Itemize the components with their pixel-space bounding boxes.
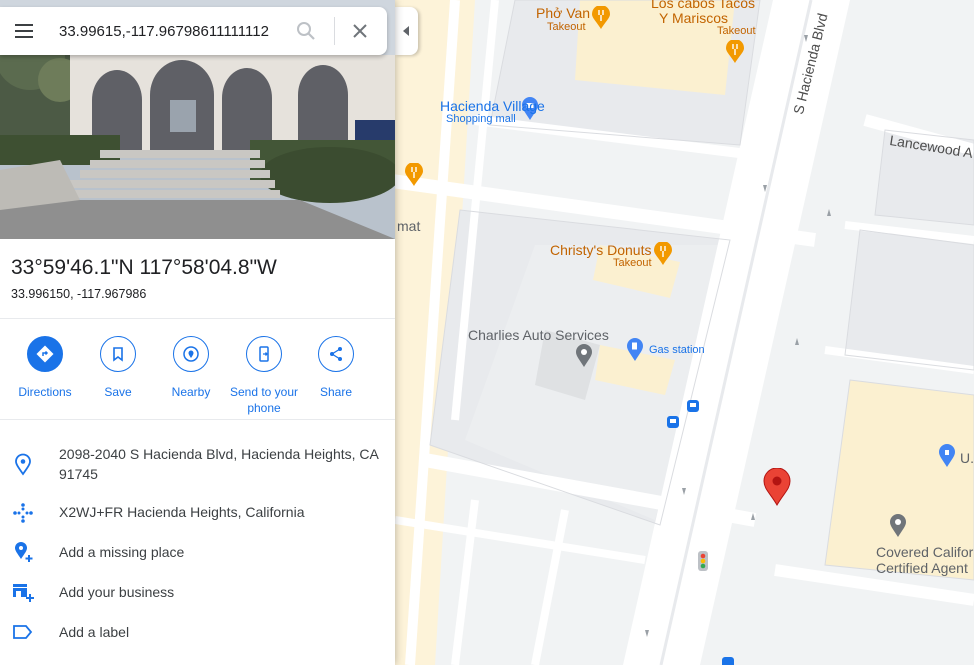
decimal-coordinates: 33.996150, -117.967986	[11, 287, 147, 301]
restaurant-pin-icon[interactable]	[653, 242, 673, 266]
place-pin-icon[interactable]	[938, 444, 956, 468]
add-business-icon	[13, 584, 34, 602]
bus-stop-icon[interactable]	[666, 415, 680, 429]
address-row[interactable]: 2098-2040 S Hacienda Blvd, Hacienda Heig…	[0, 444, 395, 488]
add-business-text: Add your business	[59, 584, 175, 600]
search-icon[interactable]	[294, 19, 318, 43]
traffic-light-icon	[698, 551, 708, 571]
bus-stop-icon[interactable]	[721, 656, 735, 665]
place-pin-icon[interactable]	[575, 344, 593, 368]
map-label-covered-california-1[interactable]: Covered Califor	[876, 544, 973, 560]
side-panel: 33°59'46.1"N 117°58'04.8"W 33.996150, -1…	[0, 0, 395, 665]
map-sublabel-los-cabos: Takeout	[717, 25, 756, 37]
divider	[0, 419, 395, 420]
add-business-row[interactable]: Add your business	[0, 582, 395, 604]
map-label-mat[interactable]: mat	[397, 218, 420, 234]
add-missing-place-text: Add a missing place	[59, 544, 185, 560]
map-sublabel-christys-donuts: Takeout	[613, 257, 652, 269]
map-label-charlies-auto[interactable]: Charlies Auto Services	[468, 327, 609, 343]
page-title: 33°59'46.1"N 117°58'04.8"W	[11, 256, 277, 279]
bus-stop-icon[interactable]	[686, 399, 700, 413]
map-label-gas-station[interactable]: Gas station	[649, 344, 705, 357]
place-pin-icon[interactable]	[889, 514, 907, 538]
share-button[interactable]: Share	[300, 336, 372, 400]
restaurant-pin-icon[interactable]	[591, 6, 611, 30]
plus-code-row[interactable]: X2WJ+FR Hacienda Heights, California	[0, 502, 395, 524]
map-label-hacienda-village[interactable]: Hacienda Village	[440, 98, 545, 114]
gas-station-pin-icon[interactable]	[626, 338, 644, 362]
share-icon	[330, 347, 342, 361]
collapse-panel-button[interactable]	[395, 7, 418, 55]
save-label: Save	[104, 385, 132, 399]
nearby-button[interactable]: Nearby	[155, 336, 227, 400]
restaurant-pin-icon[interactable]	[404, 163, 424, 187]
label-icon	[13, 625, 33, 639]
plus-code-text: X2WJ+FR Hacienda Heights, California	[59, 504, 305, 520]
map-canvas[interactable]: Phở Van Takeout Los cabos Tacos Y Marisc…	[395, 0, 974, 665]
bookmark-icon	[113, 347, 123, 362]
directions-label: Directions	[18, 385, 72, 399]
selected-location-pin-icon[interactable]	[763, 468, 791, 506]
search-input[interactable]	[59, 19, 277, 43]
add-missing-place-row[interactable]: Add a missing place	[0, 542, 395, 564]
menu-icon[interactable]	[12, 19, 36, 43]
map-label-us[interactable]: U.S	[960, 450, 974, 466]
directions-button[interactable]: Directions	[9, 336, 81, 400]
restaurant-pin-icon[interactable]	[725, 40, 745, 64]
search-box	[0, 7, 387, 55]
search-divider	[334, 17, 335, 45]
add-place-icon	[15, 542, 33, 562]
nearby-label: Nearby	[171, 385, 211, 399]
map-label-covered-california-2[interactable]: Certified Agent	[876, 560, 968, 576]
divider	[0, 318, 395, 319]
map-label-los-cabos-2[interactable]: Y Mariscos	[659, 10, 728, 26]
send-to-phone-button[interactable]: Send to your phone	[228, 336, 300, 416]
map-sublabel-hacienda-village: Shopping mall	[446, 113, 516, 125]
map-label-christys-donuts[interactable]: Christy's Donuts	[550, 242, 651, 258]
add-label-text: Add a label	[59, 624, 130, 640]
address-text: 2098-2040 S Hacienda Blvd, Hacienda Heig…	[59, 446, 379, 482]
chevron-left-icon	[403, 26, 409, 36]
send-to-phone-label: Send to your phone	[229, 385, 299, 415]
directions-icon	[36, 345, 54, 363]
add-label-row[interactable]: Add a label	[0, 622, 395, 644]
location-pin-icon	[15, 453, 31, 476]
save-button[interactable]: Save	[82, 336, 154, 400]
map-label-pho-van[interactable]: Phở Van	[536, 5, 590, 21]
nearby-icon	[183, 346, 199, 362]
plus-code-icon	[13, 503, 33, 523]
phone-icon	[259, 346, 269, 362]
share-label: Share	[319, 385, 353, 399]
map-sublabel-pho-van: Takeout	[547, 21, 586, 33]
close-icon[interactable]	[348, 19, 372, 43]
